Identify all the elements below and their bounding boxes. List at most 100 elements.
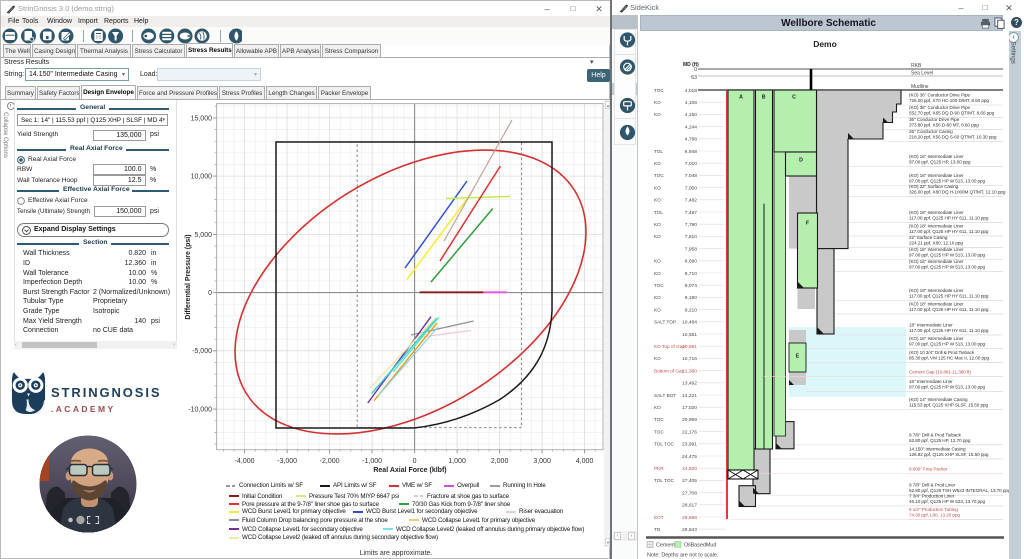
svg-text:2,000: 2,000: [491, 458, 509, 465]
svg-text:-2,000: -2,000: [320, 458, 340, 465]
svg-text:97.00 ppf, Q125 HP W 513, 13.0: 97.00 ppf, Q125 HP W 513, 13.00 ppg: [909, 253, 986, 258]
svg-text:Cement Gap (10,881-11,380 ft): Cement Gap (10,881-11,380 ft): [909, 369, 971, 374]
svg-text:-5,000: -5,000: [192, 348, 212, 355]
svg-text:7 3/4" Production Liner: 7 3/4" Production Liner: [909, 493, 955, 498]
svg-text:0: 0: [413, 458, 417, 465]
svg-text:27,708: 27,708: [682, 490, 697, 496]
svg-text:KO: KO: [654, 271, 661, 276]
svg-text:Mudline: Mudline: [911, 84, 929, 90]
svg-text:6 1/2" Production Tubing: 6 1/2" Production Tubing: [909, 507, 958, 512]
svg-text:(KO) 36" Conductor Drive Pipe: (KO) 36" Conductor Drive Pipe: [909, 105, 970, 110]
svg-text:7,050: 7,050: [685, 185, 698, 191]
svg-text:8.600" Free Packer: 8.600" Free Packer: [909, 467, 948, 472]
svg-text:TOC: TOC: [654, 429, 664, 434]
svg-text:26" Conductor Casing: 26" Conductor Casing: [909, 129, 953, 134]
svg-text:10,000: 10,000: [191, 174, 213, 181]
svg-text:115.53 ppf, Q125 XHP SLSF, 15.: 115.53 ppf, Q125 XHP SLSF, 15.50 ppg: [909, 403, 988, 408]
svg-text:-4,000: -4,000: [235, 458, 255, 465]
svg-text:Demo: Demo: [813, 39, 837, 49]
svg-text:A: A: [739, 95, 743, 101]
svg-text:17,020: 17,020: [682, 405, 697, 411]
svg-text:126.82 ppf, Q125 XHP SLSF, 15.: 126.82 ppf, Q125 XHP SLSF, 15.50 ppg: [909, 452, 989, 457]
svg-text:20,969: 20,969: [682, 417, 697, 423]
svg-text:Real Axial Force (klbf): Real Axial Force (klbf): [373, 467, 446, 474]
svg-text:10,551: 10,551: [682, 332, 697, 338]
svg-text:3,000: 3,000: [533, 458, 551, 465]
svg-text:726.00 ppf, X70 HC-100 D/MT, 8: 726.00 ppf, X70 HC-100 D/MT, 8.60 ppg: [909, 98, 989, 103]
svg-text:28,617: 28,617: [682, 503, 697, 509]
svg-text:KO: KO: [654, 161, 661, 166]
svg-text:7,482: 7,482: [685, 198, 698, 204]
svg-text:-10,000: -10,000: [188, 407, 212, 414]
svg-text:RKB: RKB: [911, 63, 922, 69]
svg-text:97.00 ppf, Q125 HP W 513, 13.0: 97.00 ppf, Q125 HP W 513, 13.00 ppg: [909, 342, 986, 347]
svg-text:Differential Pressure (psi): Differential Pressure (psi): [185, 234, 192, 319]
svg-text:22" Surface Casing: 22" Surface Casing: [909, 235, 948, 240]
svg-text:0: 0: [208, 290, 212, 297]
svg-text:36" Conductor Drive Pipe: 36" Conductor Drive Pipe: [909, 117, 960, 122]
svg-text:117.00 ppf, Q125 HP HY 611, 11: 117.00 ppf, Q125 HP HY 611, 11.10 ppg: [909, 229, 989, 234]
svg-text:KO: KO: [654, 259, 661, 264]
svg-text:9,074: 9,074: [685, 283, 698, 289]
svg-text:-3,000: -3,000: [277, 458, 297, 465]
svg-text:14.150" Intermediate Casing: 14.150" Intermediate Casing: [909, 446, 966, 451]
svg-text:117.00 ppf, Q125 HP HY 611, 11: 117.00 ppf, Q125 HP HY 611, 11.10 ppg: [909, 328, 989, 333]
svg-text:(KO) 16" Intermediate Liner: (KO) 16" Intermediate Liner: [909, 259, 964, 264]
svg-text:97.00 ppf, Q125 HP W 513, 13.0: 97.00 ppf, Q125 HP W 513, 13.00 ppg: [909, 179, 986, 184]
svg-text:KO: KO: [654, 100, 661, 105]
svg-text:97.00 ppf, Q125 HP W 513, 13.0: 97.00 ppf, Q125 HP W 513, 13.00 ppg: [909, 384, 986, 389]
svg-text:117.00 ppf, Q125 HP HY 611, 11: 117.00 ppf, Q125 HP HY 611, 11.10 ppg: [909, 307, 989, 312]
svg-text:(KO) 14" Intermediate Casing: (KO) 14" Intermediate Casing: [909, 397, 968, 402]
svg-text:97.00 ppf, Q125 HP W 513, 13.0: 97.00 ppf, Q125 HP W 513, 13.00 ppg: [909, 264, 986, 269]
svg-text:9 7/8" Drill & Prod Liner: 9 7/8" Drill & Prod Liner: [909, 483, 956, 488]
svg-text:Note: Depths are not to scale.: Note: Depths are not to scale.: [647, 553, 718, 559]
svg-text:16" Intermediate Liner: 16" Intermediate Liner: [909, 379, 953, 384]
svg-text:7,048: 7,048: [685, 173, 698, 179]
svg-text:5,000: 5,000: [194, 232, 212, 239]
svg-text:(KO) 18" Intermediate Liner: (KO) 18" Intermediate Liner: [909, 210, 964, 215]
svg-text:28,843: 28,843: [682, 527, 697, 533]
svg-text:SALT TOP: SALT TOP: [654, 320, 676, 325]
svg-text:TD: TD: [654, 527, 661, 532]
svg-text:9,210: 9,210: [685, 307, 698, 313]
svg-text:TOL: TOL: [654, 210, 663, 215]
svg-text:TOC: TOC: [654, 417, 664, 422]
svg-text:(KO) 16" Intermediate Liner: (KO) 16" Intermediate Liner: [909, 247, 964, 252]
svg-text:4,018: 4,018: [685, 88, 698, 94]
svg-text:9,190: 9,190: [685, 295, 698, 301]
svg-text:KO: KO: [654, 222, 661, 227]
svg-text:E: E: [796, 354, 800, 360]
svg-text:117.00 ppf, Q125 HP HY 611, 11: 117.00 ppf, Q125 HP HY 611, 11.10 ppg: [909, 216, 989, 221]
svg-text:62.80 ppf, Q125 HP, 12.70 ppg: 62.80 ppf, Q125 HP, 12.70 ppg: [909, 438, 971, 443]
svg-text:KO: KO: [654, 307, 661, 312]
svg-text:4,150: 4,150: [685, 112, 698, 118]
svg-text:218.20 ppf, X56 DQ S-60 QT/MT,: 218.20 ppf, X56 DQ S-60 QT/MT, 10.30 ppg: [909, 135, 997, 140]
svg-text:23,991: 23,991: [682, 442, 697, 448]
svg-text:552.70 ppf, X65 DQ D-90 QT/MT,: 552.70 ppf, X65 DQ D-90 QT/MT, 8.60 ppg: [909, 110, 995, 115]
svg-text:7,487: 7,487: [685, 210, 698, 216]
svg-text:KO: KO: [654, 112, 661, 117]
svg-text:22,176: 22,176: [682, 429, 697, 435]
svg-text:KO: KO: [654, 356, 661, 361]
svg-text:TOC: TOC: [654, 88, 664, 93]
svg-text:4,000: 4,000: [576, 458, 594, 465]
svg-text:KO Top of Gap: KO Top of Gap: [654, 344, 685, 349]
svg-text:27,405: 27,405: [682, 478, 697, 484]
svg-text:117.00 ppf, Q125 HP HY 611, 11: 117.00 ppf, Q125 HP HY 611, 11.10 ppg: [909, 294, 989, 299]
svg-text:9 7/8" Drill & Prod Tieback: 9 7/8" Drill & Prod Tieback: [909, 432, 962, 437]
svg-text:74.30 ppf, L80, 13.20 ppg: 74.30 ppf, L80, 13.20 ppg: [909, 513, 960, 518]
svg-text:28,668: 28,668: [682, 515, 697, 521]
svg-text:8,690: 8,690: [685, 259, 698, 265]
svg-text:C: C: [792, 95, 796, 101]
svg-text:4,108: 4,108: [685, 100, 698, 106]
svg-text:15,000: 15,000: [191, 115, 213, 122]
svg-text:KO: KO: [654, 295, 661, 300]
svg-text:(KO) 10 3/4" Drill & Prod Tieb: (KO) 10 3/4" Drill & Prod Tieback: [909, 350, 975, 355]
svg-text:7,958: 7,958: [685, 246, 698, 252]
svg-text:6,948: 6,948: [685, 149, 698, 155]
svg-text:7,810: 7,810: [685, 234, 698, 240]
svg-text:B: B: [762, 95, 766, 101]
svg-text:24,500: 24,500: [682, 466, 697, 472]
svg-text:18" Intermediate Liner: 18" Intermediate Liner: [909, 322, 953, 327]
svg-text:10,881: 10,881: [682, 344, 697, 350]
